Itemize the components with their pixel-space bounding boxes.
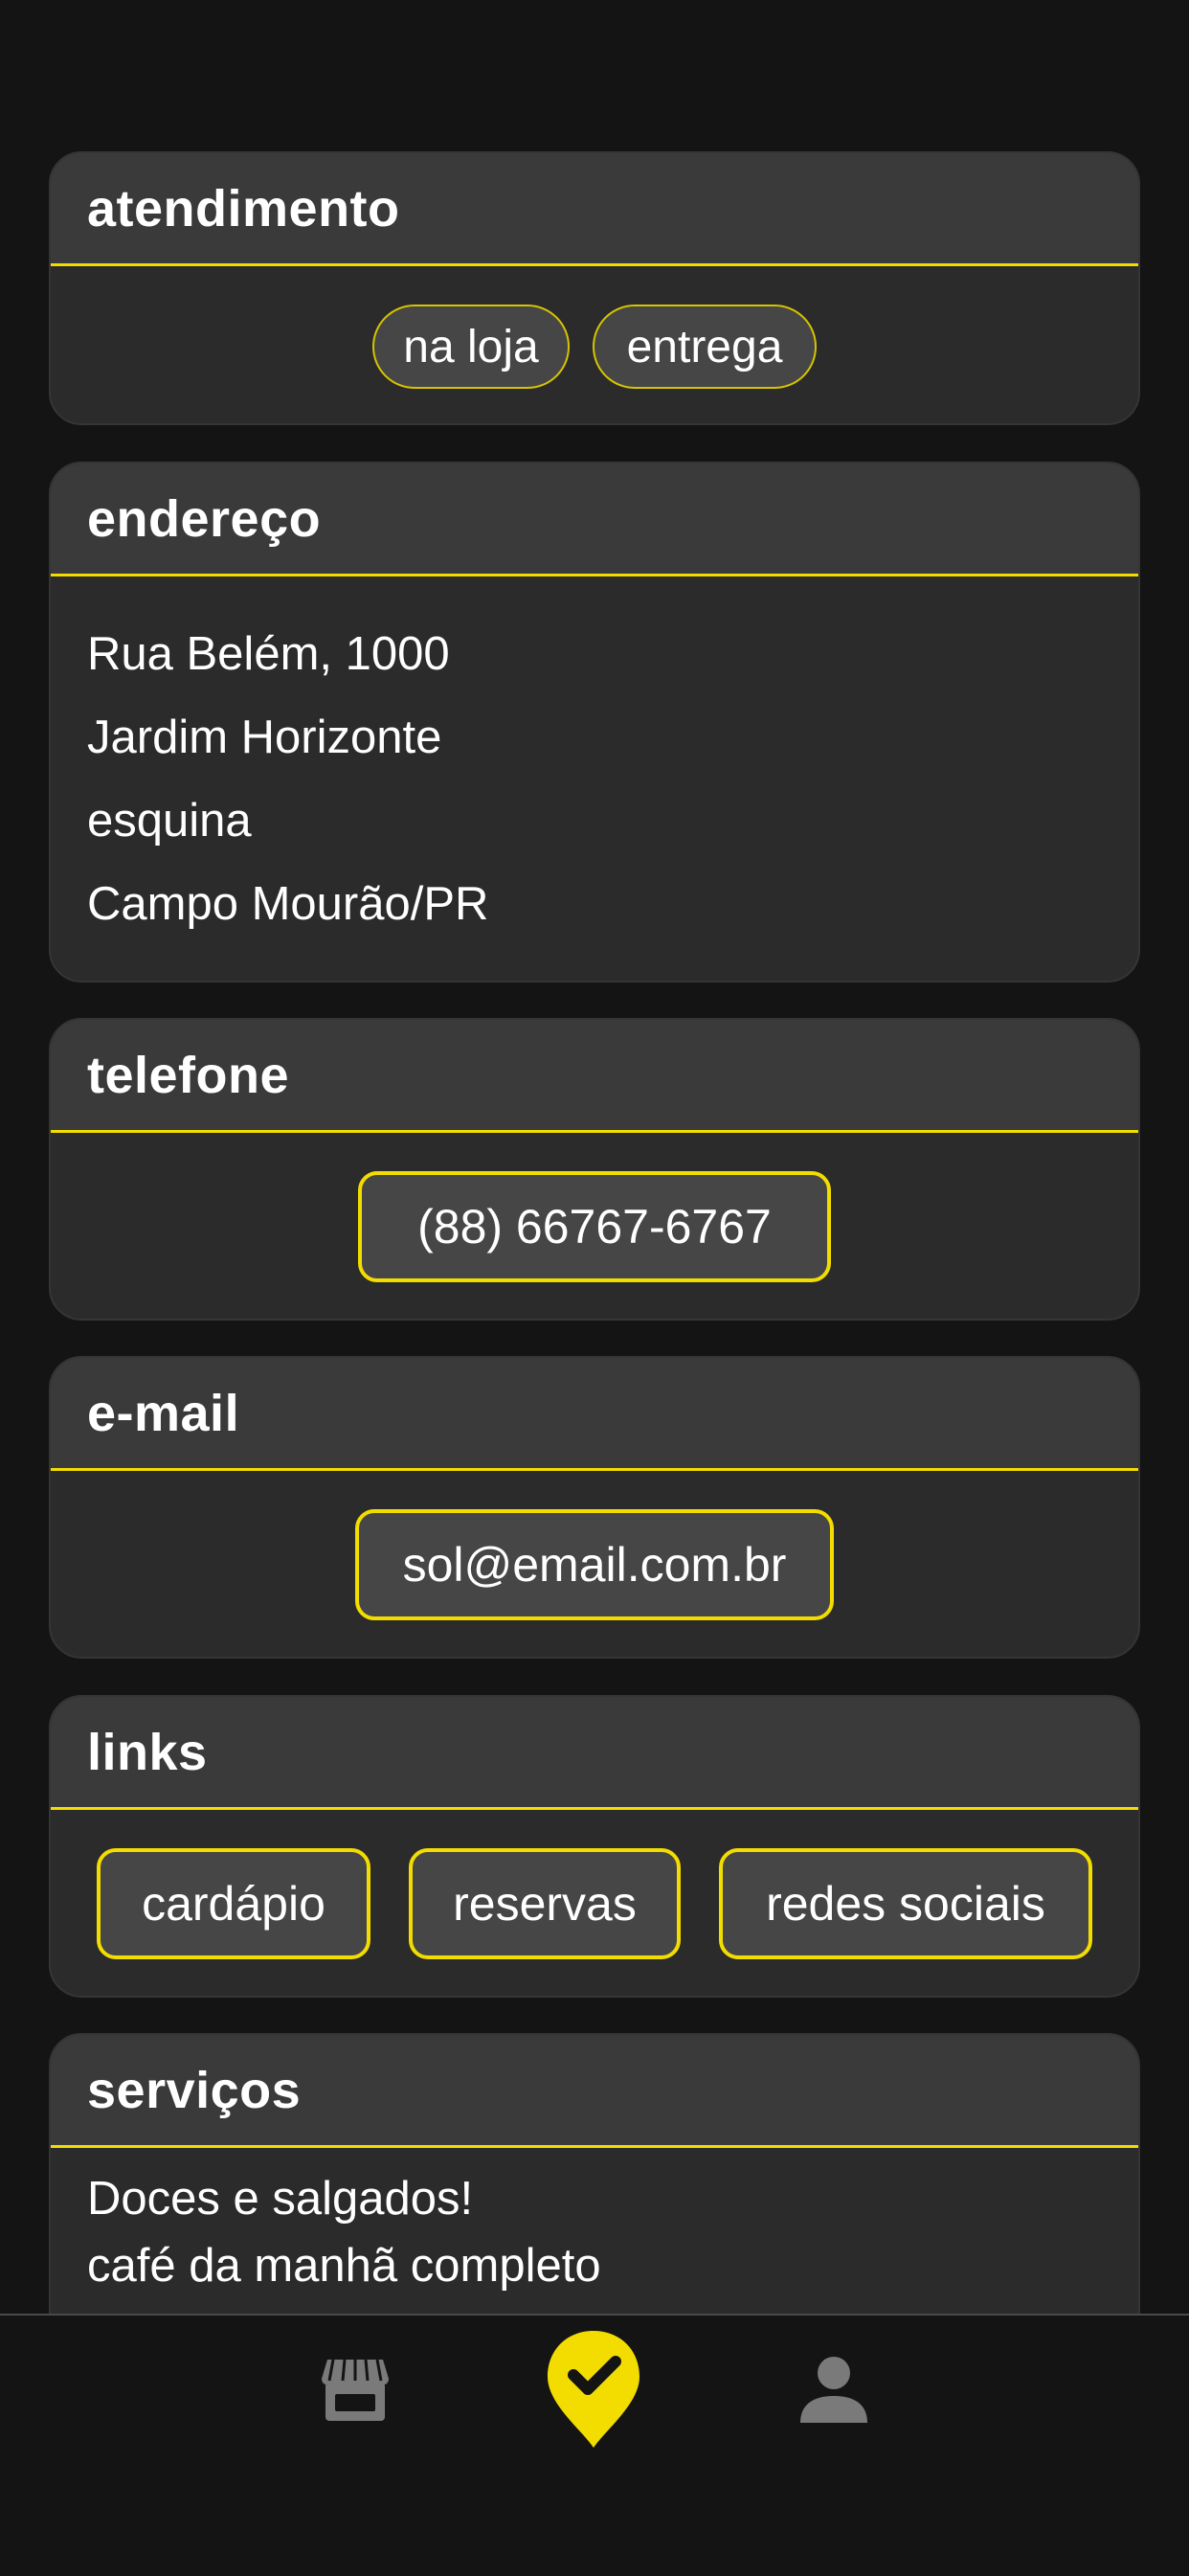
location-check-icon: [548, 2331, 639, 2448]
email-title: e-mail: [87, 1384, 240, 1442]
servico-line: café da manhã completo: [87, 2240, 601, 2292]
endereco-header: endereço: [51, 463, 1138, 576]
atendimento-header: atendimento: [51, 153, 1138, 266]
endereco-card: endereço Rua Belém, 1000 Jardim Horizont…: [49, 462, 1140, 983]
address-street: Rua Belém, 1000: [87, 628, 450, 680]
bottom-navigation: [0, 2314, 1189, 2576]
link-redes-sociais-button[interactable]: redes sociais: [719, 1848, 1092, 1959]
servicos-header: serviços: [51, 2035, 1138, 2148]
link-reservas-button[interactable]: reservas: [409, 1848, 681, 1959]
link-cardapio-button[interactable]: cardápio: [97, 1848, 370, 1959]
links-title: links: [87, 1723, 208, 1781]
address-city: Campo Mourão/PR: [87, 878, 489, 930]
email-header: e-mail: [51, 1358, 1138, 1471]
address-block: Rua Belém, 1000 Jardim Horizonte esquina…: [51, 576, 1138, 946]
email-body: sol@email.com.br: [51, 1471, 1138, 1657]
telefone-body: (88) 66767-6767: [51, 1133, 1138, 1319]
email-card: e-mail sol@email.com.br: [49, 1356, 1140, 1659]
endereco-title: endereço: [87, 489, 322, 548]
links-card: links cardápio reservas redes sociais: [49, 1695, 1140, 1998]
servicos-body: Doces e salgados! café da manhã completo: [51, 2148, 1138, 2299]
telefone-header: telefone: [51, 1020, 1138, 1133]
email-button[interactable]: sol@email.com.br: [355, 1509, 834, 1620]
store-icon: [322, 2359, 389, 2421]
atendimento-title: atendimento: [87, 179, 400, 237]
nav-store[interactable]: [320, 2354, 391, 2425]
address-neighborhood: Jardim Horizonte: [87, 712, 442, 763]
nav-location-check[interactable]: [544, 2327, 643, 2452]
links-body: cardápio reservas redes sociais: [51, 1810, 1138, 1996]
phone-button[interactable]: (88) 66767-6767: [358, 1171, 831, 1282]
servicos-title: serviços: [87, 2061, 302, 2119]
telefone-card: telefone (88) 66767-6767: [49, 1018, 1140, 1321]
atendimento-card: atendimento na loja entrega: [49, 151, 1140, 425]
user-icon: [800, 2357, 867, 2423]
address-complement: esquina: [87, 795, 252, 847]
telefone-title: telefone: [87, 1046, 290, 1104]
option-na-loja[interactable]: na loja: [372, 305, 570, 389]
links-header: links: [51, 1697, 1138, 1810]
option-entrega[interactable]: entrega: [593, 305, 817, 389]
servico-line: Doces e salgados!: [87, 2173, 474, 2225]
atendimento-options: na loja entrega: [51, 266, 1138, 423]
nav-profile[interactable]: [798, 2354, 869, 2425]
